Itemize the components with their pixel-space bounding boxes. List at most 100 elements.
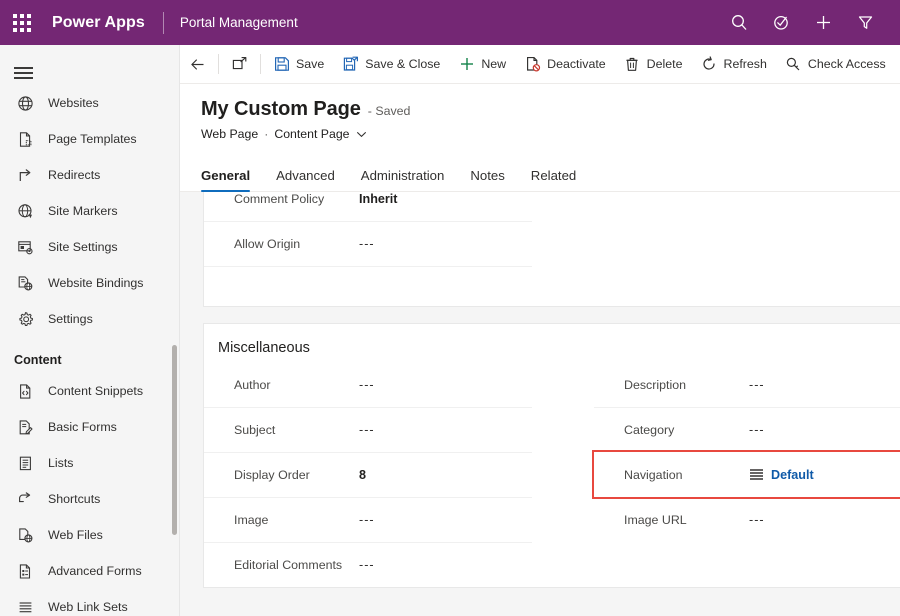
filter-icon[interactable] xyxy=(844,0,886,45)
site-marker-icon xyxy=(14,200,36,222)
sidebar-item-redirects[interactable]: Redirects xyxy=(0,157,179,193)
chevron-down-icon[interactable] xyxy=(356,129,367,140)
field-label: Allow Origin xyxy=(204,237,359,251)
web-link-set-icon xyxy=(14,596,36,616)
back-arrow-icon xyxy=(189,56,206,73)
website-bindings-icon xyxy=(14,272,36,294)
field-row-navigation[interactable]: Navigation Default xyxy=(594,452,900,497)
app-name-label[interactable]: Portal Management xyxy=(180,15,298,30)
globe-icon xyxy=(14,92,36,114)
save-and-close-button[interactable]: Save & Close xyxy=(333,45,449,84)
sidebar-item-content-snippets[interactable]: Content Snippets xyxy=(0,373,179,409)
form-name[interactable]: Content Page xyxy=(274,127,349,141)
form-section-top: Sitemap Yes Comment Policy Inherit Allow… xyxy=(203,192,900,307)
tab-administration[interactable]: Administration xyxy=(348,168,458,192)
tab-related[interactable]: Related xyxy=(518,168,589,192)
sidebar-item-page-templates[interactable]: Page Templates xyxy=(0,121,179,157)
list-lines-icon xyxy=(749,468,764,481)
deactivate-icon xyxy=(524,56,541,73)
sidebar-item-label: Content Snippets xyxy=(36,384,143,398)
sidebar-item-settings[interactable]: Settings xyxy=(0,301,179,337)
sidebar-hamburger-icon[interactable] xyxy=(0,51,179,85)
breadcrumb: Web Page · Content Page xyxy=(201,127,367,141)
field-row-image[interactable]: Image --- xyxy=(204,497,532,542)
new-button[interactable]: New xyxy=(449,45,515,84)
field-row-image-url[interactable]: Image URL --- xyxy=(594,497,900,542)
page-template-icon xyxy=(14,128,36,150)
field-label: Description xyxy=(594,378,749,392)
top-bar-actions xyxy=(718,0,900,45)
field-value[interactable]: Default xyxy=(749,468,814,482)
sidebar-item-advanced-forms[interactable]: Advanced Forms xyxy=(0,553,179,589)
plus-icon xyxy=(458,56,475,73)
tab-advanced[interactable]: Advanced xyxy=(263,168,348,192)
field-row-subject[interactable]: Subject --- xyxy=(204,407,532,452)
sidebar-item-websites[interactable]: Websites xyxy=(0,85,179,121)
shortcut-icon xyxy=(14,488,36,510)
field-value: --- xyxy=(359,237,375,251)
field-row-comment-policy[interactable]: Comment Policy Inherit xyxy=(204,192,532,221)
refresh-button[interactable]: Refresh xyxy=(692,45,776,84)
web-file-icon xyxy=(14,524,36,546)
sidebar-item-web-files[interactable]: Web Files xyxy=(0,517,179,553)
field-row-display-order[interactable]: Display Order 8 xyxy=(204,452,532,497)
plus-icon[interactable] xyxy=(802,0,844,45)
sidebar-group-content: Content xyxy=(0,337,179,373)
sidebar-item-shortcuts[interactable]: Shortcuts xyxy=(0,481,179,517)
record-name: My Custom Page xyxy=(201,98,361,121)
form-section-miscellaneous: Miscellaneous Author --- Subject --- Dis… xyxy=(203,323,900,588)
field-row-category[interactable]: Category --- xyxy=(594,407,900,452)
field-row-allow-origin[interactable]: Allow Origin --- xyxy=(204,221,532,266)
trash-icon xyxy=(624,56,641,73)
deactivate-button[interactable]: Deactivate xyxy=(515,45,615,84)
list-icon xyxy=(14,452,36,474)
sidebar-item-label: Site Markers xyxy=(36,204,118,218)
field-value: --- xyxy=(749,423,765,437)
sidebar-item-basic-forms[interactable]: Basic Forms xyxy=(0,409,179,445)
navigation-link-text[interactable]: Default xyxy=(771,468,814,482)
sidebar-item-web-link-sets[interactable]: Web Link Sets xyxy=(0,589,179,616)
check-access-button[interactable]: Check Access xyxy=(776,45,895,84)
sidebar-item-lists[interactable]: Lists xyxy=(0,445,179,481)
field-label: Navigation xyxy=(594,468,749,482)
field-row-description[interactable]: Description --- xyxy=(594,362,900,407)
field-value: --- xyxy=(359,558,375,572)
sidebar-item-label: Website Bindings xyxy=(36,276,144,290)
command-label: Save xyxy=(296,57,324,71)
brand-label[interactable]: Power Apps xyxy=(44,14,145,32)
brand-divider xyxy=(163,12,164,34)
sidebar-item-label: Web Files xyxy=(36,528,103,542)
command-label: Deactivate xyxy=(547,57,606,71)
field-row-author[interactable]: Author --- xyxy=(204,362,532,407)
sidebar-scrollbar-thumb[interactable] xyxy=(172,345,177,535)
tab-notes[interactable]: Notes xyxy=(457,168,517,192)
field-value: --- xyxy=(749,513,765,527)
sidebar-item-site-markers[interactable]: Site Markers xyxy=(0,193,179,229)
save-status: - Saved xyxy=(368,104,411,118)
form-section-spacer xyxy=(204,266,532,306)
field-value: --- xyxy=(749,378,765,392)
field-row-editorial-comments[interactable]: Editorial Comments --- xyxy=(204,542,532,587)
form-columns: Sitemap Yes Comment Policy Inherit Allow… xyxy=(204,192,900,306)
command-label: New xyxy=(481,57,506,71)
form-column-left: Sitemap Yes Comment Policy Inherit Allow… xyxy=(204,192,532,306)
command-bar: Save Save & Close New Deactivate Delete xyxy=(180,45,900,84)
sidebar-item-site-settings[interactable]: Site Settings xyxy=(0,229,179,265)
form-scroll-area[interactable]: Sitemap Yes Comment Policy Inherit Allow… xyxy=(180,192,900,616)
sidebar-item-website-bindings[interactable]: Website Bindings xyxy=(0,265,179,301)
site-settings-icon xyxy=(14,236,36,258)
sidebar-item-label: Page Templates xyxy=(36,132,137,146)
sidebar-item-label: Lists xyxy=(36,456,73,470)
field-value: --- xyxy=(359,378,375,392)
search-icon[interactable] xyxy=(718,0,760,45)
field-label: Image URL xyxy=(594,513,749,527)
sidebar-item-label: Shortcuts xyxy=(36,492,100,506)
diagnostics-icon[interactable] xyxy=(760,0,802,45)
waffle-grid-icon[interactable] xyxy=(0,0,44,45)
field-label: Comment Policy xyxy=(204,192,359,206)
tab-general[interactable]: General xyxy=(201,168,263,192)
delete-button[interactable]: Delete xyxy=(615,45,692,84)
back-button[interactable] xyxy=(180,45,215,84)
popout-button[interactable] xyxy=(222,45,257,84)
save-button[interactable]: Save xyxy=(264,45,333,84)
